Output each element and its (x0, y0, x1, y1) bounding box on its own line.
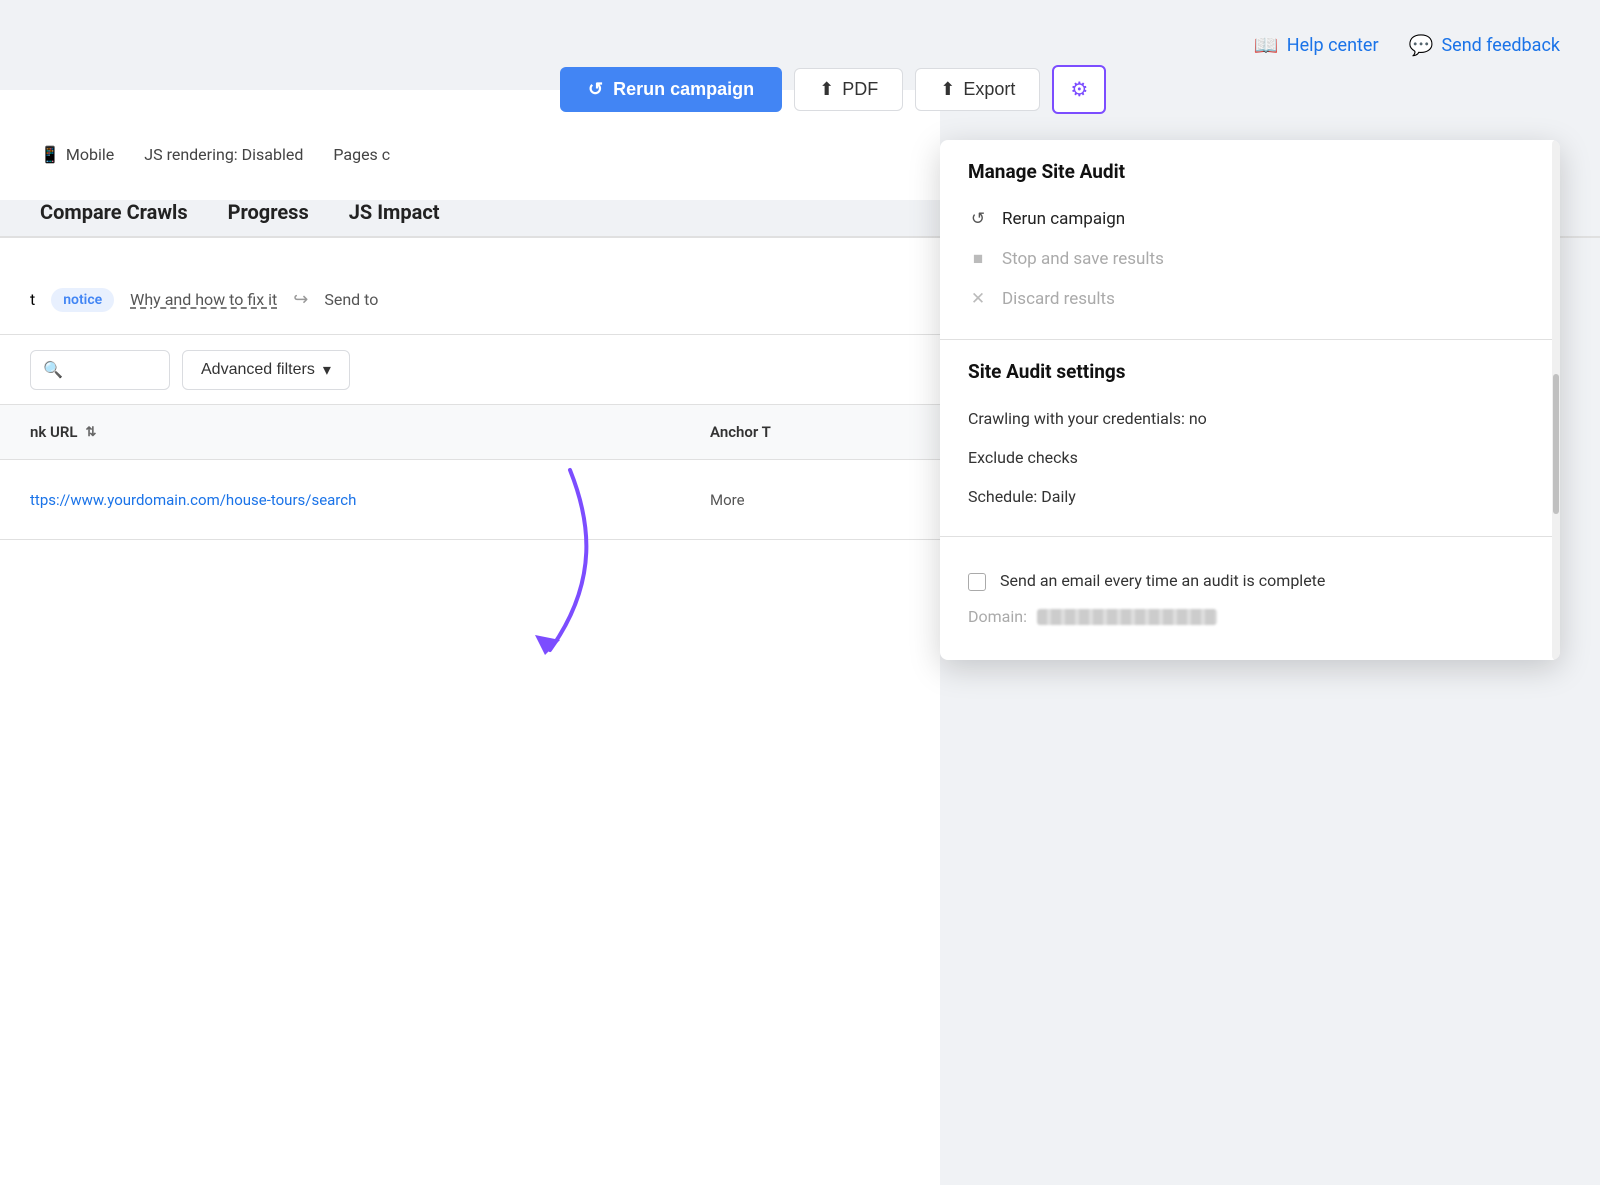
discard-icon: ✕ (968, 289, 988, 309)
notice-badge: notice (51, 288, 114, 312)
table-row: ttps://www.yourdomain.com/house-tours/se… (0, 460, 940, 540)
rerun-icon: ↺ (588, 79, 603, 100)
exclude-checks-row[interactable]: Exclude checks (968, 438, 1532, 477)
table-header: nk URL ⇅ Anchor T (0, 405, 940, 460)
advanced-filters-label: Advanced filters (201, 361, 315, 379)
tab-compare-crawls[interactable]: Compare Crawls (40, 200, 188, 236)
pages-crawled-indicator: Pages c (333, 145, 390, 164)
domain-value (1037, 609, 1217, 625)
export-label: Export (963, 79, 1015, 100)
help-center-label: Help center (1287, 35, 1379, 56)
settings-button[interactable]: ⚙ (1052, 65, 1106, 114)
scrollbar-thumb (1553, 374, 1559, 514)
email-label: Send an email every time an audit is com… (1000, 571, 1325, 590)
rerun-item-icon: ↺ (968, 209, 988, 229)
search-icon: 🔍 (43, 360, 63, 379)
domain-row: Domain: (968, 599, 1532, 640)
crawling-credentials-label: Crawling with your credentials: no (968, 409, 1207, 428)
send-feedback-link[interactable]: 💬 Send feedback (1409, 33, 1560, 57)
email-notification-row[interactable]: Send an email every time an audit is com… (968, 557, 1532, 599)
rerun-label: Rerun campaign (613, 79, 754, 100)
url-value: ttps://www.yourdomain.com/house-tours/se… (30, 491, 356, 509)
settings-section: Site Audit settings Crawling with your c… (940, 339, 1560, 536)
schedule-row[interactable]: Schedule: Daily (968, 477, 1532, 516)
manage-title: Manage Site Audit (968, 160, 1532, 183)
anchor-column-header: Anchor T (710, 423, 910, 441)
manage-section: Manage Site Audit ↺ Rerun campaign ■ Sto… (940, 140, 1560, 339)
rerun-item-label: Rerun campaign (1002, 209, 1125, 229)
toolbar: ↺ Rerun campaign ⬆ PDF ⬆ Export ⚙ (520, 65, 1600, 114)
export-button[interactable]: ⬆ Export (915, 68, 1040, 111)
js-rendering-indicator: JS rendering: Disabled (144, 145, 303, 164)
notice-prefix: t (30, 290, 35, 309)
help-center-link[interactable]: 📖 Help center (1254, 33, 1379, 57)
send-to-label: Send to (324, 290, 378, 309)
pdf-icon: ⬆ (819, 79, 834, 100)
gear-icon: ⚙ (1070, 77, 1088, 102)
js-rendering-label: JS rendering: Disabled (144, 145, 303, 164)
manage-site-audit-panel: Manage Site Audit ↺ Rerun campaign ■ Sto… (940, 140, 1560, 660)
exclude-checks-label: Exclude checks (968, 448, 1078, 467)
send-feedback-label: Send feedback (1441, 35, 1560, 56)
email-checkbox[interactable] (968, 573, 986, 591)
pdf-label: PDF (842, 79, 878, 100)
advanced-filters-button[interactable]: Advanced filters ▾ (182, 350, 350, 390)
crawling-credentials-row: Crawling with your credentials: no (968, 399, 1532, 438)
rerun-campaign-item[interactable]: ↺ Rerun campaign (968, 199, 1532, 239)
device-indicator: 📱 Mobile (40, 145, 114, 164)
stop-save-item: ■ Stop and save results (968, 239, 1532, 279)
rerun-campaign-button[interactable]: ↺ Rerun campaign (560, 67, 782, 112)
sort-icon: ⇅ (86, 425, 97, 440)
notice-row: t notice Why and how to fix it ↪ Send to (0, 265, 940, 335)
anchor-col-label: Anchor T (710, 423, 771, 441)
device-label: Mobile (66, 145, 114, 164)
more-button[interactable]: More (710, 491, 910, 509)
schedule-label: Schedule: Daily (968, 487, 1076, 506)
panel-scrollbar[interactable] (1552, 140, 1560, 660)
search-box[interactable]: 🔍 (30, 350, 170, 390)
discard-results-item: ✕ Discard results (968, 279, 1532, 319)
chevron-down-icon: ▾ (323, 360, 331, 380)
stop-icon: ■ (968, 249, 988, 269)
url-column-header[interactable]: nk URL ⇅ (30, 423, 710, 441)
export-icon: ⬆ (940, 79, 955, 100)
url-col-label: nk URL (30, 423, 78, 441)
stop-item-label: Stop and save results (1002, 249, 1164, 269)
help-center-icon: 📖 (1254, 33, 1279, 57)
send-to-button[interactable]: Send to (324, 290, 378, 309)
settings-title: Site Audit settings (968, 360, 1532, 383)
discard-item-label: Discard results (1002, 289, 1115, 309)
tab-progress[interactable]: Progress (228, 200, 309, 236)
filter-row: 🔍 Advanced filters ▾ (0, 335, 940, 405)
arrow-right-icon: ↪ (293, 289, 308, 310)
email-section: Send an email every time an audit is com… (940, 536, 1560, 660)
feedback-icon: 💬 (1409, 33, 1434, 57)
fix-link[interactable]: Why and how to fix it (130, 290, 277, 309)
url-cell[interactable]: ttps://www.yourdomain.com/house-tours/se… (30, 491, 710, 509)
domain-label: Domain: (968, 607, 1027, 626)
pdf-button[interactable]: ⬆ PDF (794, 68, 903, 111)
tab-js-impact[interactable]: JS Impact (349, 200, 440, 236)
mobile-icon: 📱 (40, 145, 60, 164)
pages-crawled-label: Pages c (333, 145, 390, 164)
more-label: More (710, 491, 745, 509)
